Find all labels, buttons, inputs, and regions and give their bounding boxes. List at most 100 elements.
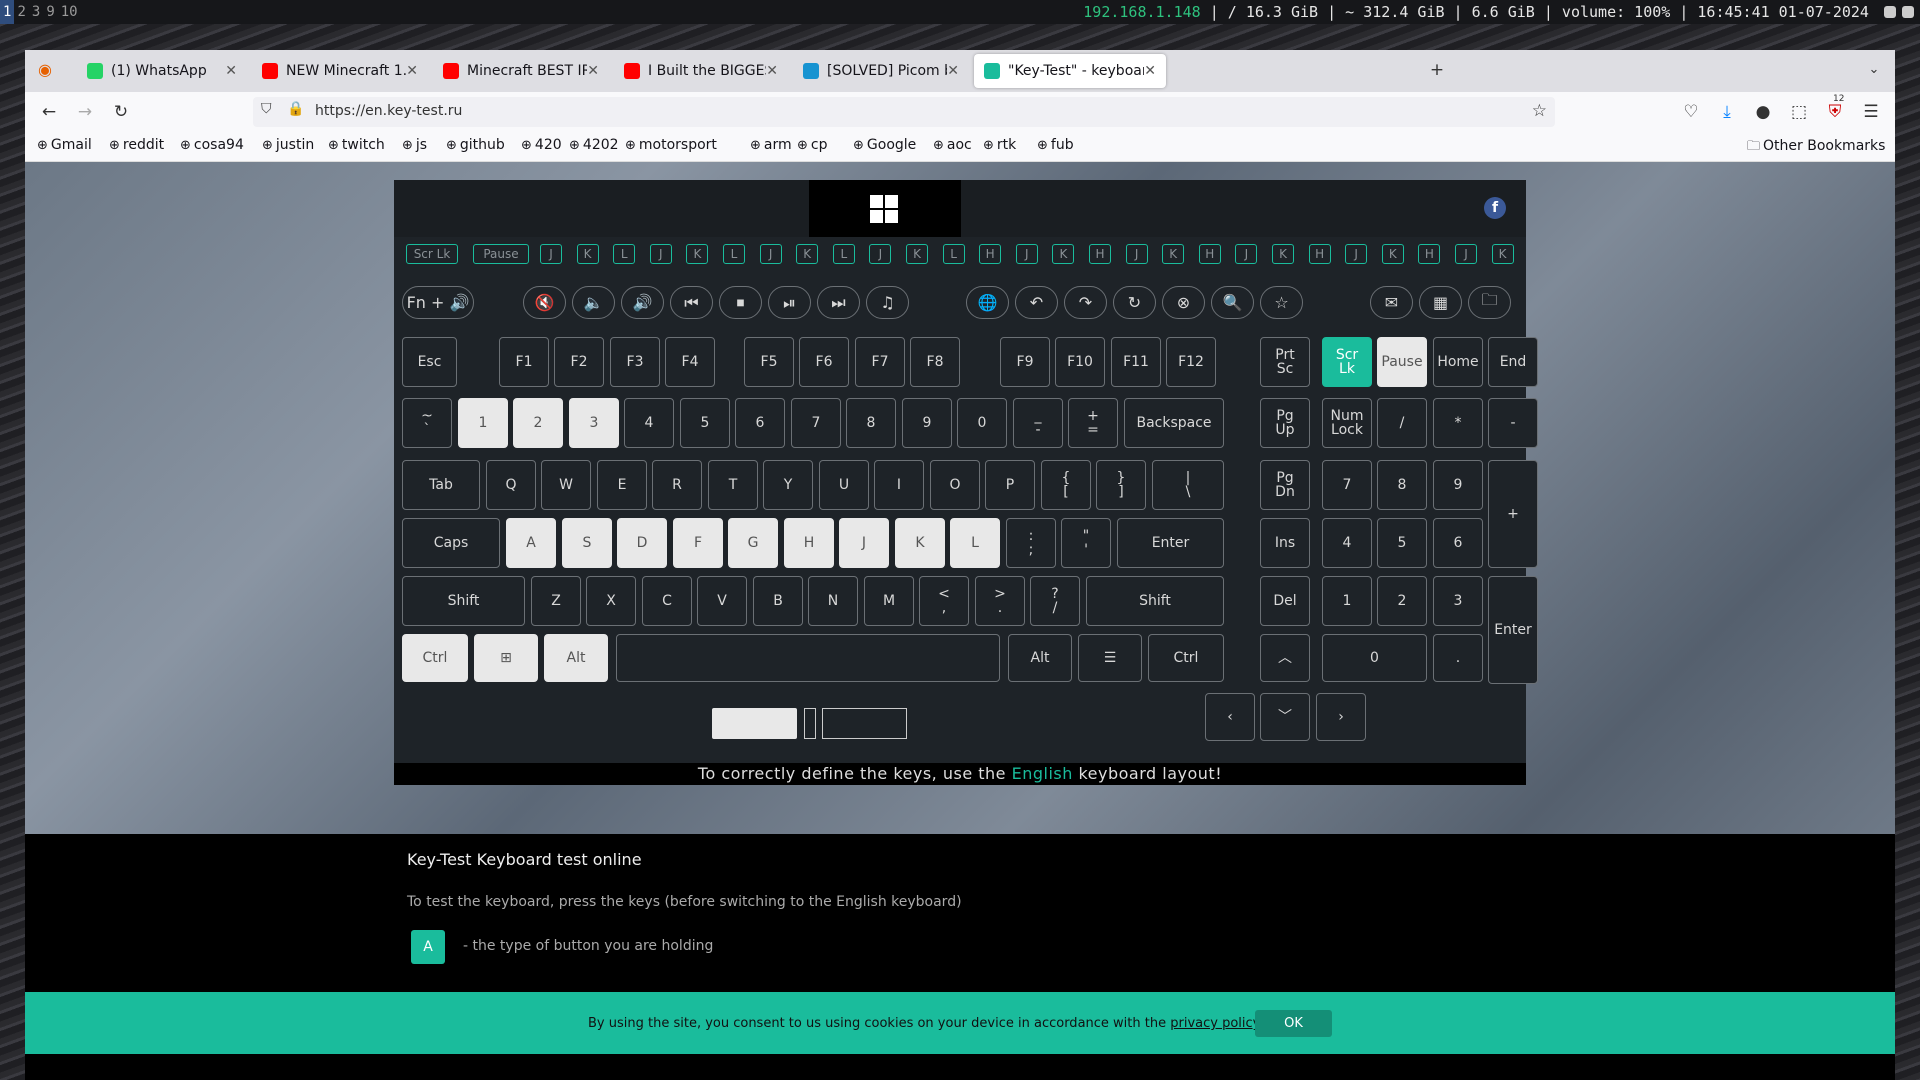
discord-tray-icon[interactable] — [1884, 6, 1896, 18]
tab-6[interactable]: "Key-Test" - keyboard te✕ — [974, 54, 1166, 88]
bookmark-6[interactable]: ⊕ github — [446, 137, 505, 153]
key-1-2[interactable]: 2 — [513, 398, 563, 448]
key-2-12[interactable]: } ] — [1096, 460, 1146, 510]
key-0-6[interactable]: F6 — [799, 337, 849, 387]
key-2-8[interactable]: I — [874, 460, 924, 510]
key-4-3[interactable]: C — [642, 576, 692, 626]
bookmark-13[interactable]: ⊕ aoc — [933, 137, 972, 153]
workspace-10[interactable]: 10 — [58, 0, 81, 24]
key-1-18[interactable]: - — [1488, 398, 1538, 448]
key-5-6[interactable]: Ctrl — [1148, 634, 1224, 682]
key-0-12[interactable]: F12 — [1166, 337, 1216, 387]
key-3-14[interactable]: 4 — [1322, 518, 1372, 568]
url-text[interactable]: https://en.key-test.ru — [315, 103, 462, 119]
bookmark-2[interactable]: ⊕ cosa94 — [180, 137, 244, 153]
key-0-15[interactable]: Pause — [1377, 337, 1427, 387]
key-5-4[interactable]: Alt — [1008, 634, 1072, 682]
key-1-16[interactable]: / — [1377, 398, 1427, 448]
key-5-0[interactable]: Ctrl — [402, 634, 468, 682]
key-5-3[interactable] — [616, 634, 1000, 682]
key-2-3[interactable]: E — [597, 460, 647, 510]
volume-up-icon[interactable]: 🔊 — [621, 286, 664, 319]
account-icon[interactable]: ● — [1751, 100, 1775, 124]
key-3-3[interactable]: D — [617, 518, 667, 568]
my-computer-icon[interactable]: 🗀 — [1468, 286, 1511, 319]
key-2-9[interactable]: O — [930, 460, 980, 510]
workspace-3[interactable]: 3 — [29, 0, 43, 24]
key-4-11[interactable]: Shift — [1086, 576, 1224, 626]
key-0-17[interactable]: End — [1488, 337, 1538, 387]
key-4-7[interactable]: M — [864, 576, 914, 626]
extensions-icon[interactable]: ⬚ — [1787, 100, 1811, 124]
key-3-2[interactable]: S — [562, 518, 612, 568]
key-6-2[interactable]: › — [1316, 693, 1366, 741]
close-tab-icon[interactable]: ✕ — [1144, 63, 1156, 79]
browser-forward-icon[interactable]: ↷ — [1064, 286, 1107, 319]
key-2-5[interactable]: T — [708, 460, 758, 510]
tab-2[interactable]: NEW Minecraft 1.19 IRON✕ — [252, 54, 428, 88]
pocket-icon[interactable]: ♡ — [1679, 100, 1703, 124]
key-0-0[interactable]: Esc — [402, 337, 457, 387]
key-5-7[interactable]: ︿ — [1260, 634, 1310, 682]
tab-3[interactable]: Minecraft BEST IRON FAR✕ — [433, 54, 609, 88]
refresh-icon[interactable]: ↻ — [1113, 286, 1156, 319]
key-0-11[interactable]: F11 — [1111, 337, 1161, 387]
key-0-1[interactable]: F1 — [499, 337, 549, 387]
key-5-1[interactable]: ⊞ — [474, 634, 538, 682]
reload-icon[interactable]: ↻ — [109, 100, 133, 124]
key-1-14[interactable]: Pg Up — [1260, 398, 1310, 448]
volume-down-icon[interactable]: 🔈 — [572, 286, 615, 319]
key-0-2[interactable]: F2 — [554, 337, 604, 387]
bookmark-star-icon[interactable]: ☆ — [1532, 101, 1547, 121]
bookmark-15[interactable]: ⊕ fub — [1037, 137, 1074, 153]
key-4-8[interactable]: < , — [919, 576, 969, 626]
bookmark-4[interactable]: ⊕ twitch — [328, 137, 385, 153]
tab-1[interactable]: (1) WhatsApp ✕ — [77, 54, 247, 88]
key-1-9[interactable]: 9 — [902, 398, 952, 448]
close-tab-icon[interactable]: ✕ — [225, 63, 237, 79]
key-4-4[interactable]: V — [697, 576, 747, 626]
key-2-1[interactable]: Q — [486, 460, 536, 510]
key-4-12[interactable]: Del — [1260, 576, 1310, 626]
key-2-18[interactable]: + — [1488, 460, 1538, 568]
key-1-0[interactable]: ~ ` — [402, 398, 452, 448]
key-3-0[interactable]: Caps — [402, 518, 500, 568]
key-5-8[interactable]: 0 — [1322, 634, 1427, 682]
key-4-1[interactable]: Z — [531, 576, 581, 626]
bookmark-5[interactable]: ⊕ js — [402, 137, 427, 153]
key-4-5[interactable]: B — [753, 576, 803, 626]
list-tabs-icon[interactable]: ⌄ — [1862, 58, 1886, 82]
key-2-16[interactable]: 8 — [1377, 460, 1427, 510]
key-1-8[interactable]: 8 — [846, 398, 896, 448]
key-4-13[interactable]: 1 — [1322, 576, 1372, 626]
bookmark-9[interactable]: ⊕ motorsport — [625, 137, 717, 153]
forward-icon[interactable]: → — [73, 100, 97, 124]
fn-volume-key[interactable]: Fn + 🔊 — [402, 286, 474, 319]
key-3-7[interactable]: J — [839, 518, 889, 568]
key-6-0[interactable]: ‹ — [1205, 693, 1255, 741]
key-0-9[interactable]: F9 — [1000, 337, 1050, 387]
key-4-9[interactable]: > . — [975, 576, 1025, 626]
bookmark-0[interactable]: ⊕ Gmail — [37, 137, 92, 153]
close-tab-icon[interactable]: ✕ — [406, 63, 418, 79]
menu-icon[interactable]: ☰ — [1859, 100, 1883, 124]
key-3-16[interactable]: 6 — [1433, 518, 1483, 568]
key-3-13[interactable]: Ins — [1260, 518, 1310, 568]
new-tab-button[interactable]: + — [1425, 58, 1449, 82]
key-6-1[interactable]: ﹀ — [1260, 693, 1310, 741]
search-icon[interactable]: 🔍 — [1211, 286, 1254, 319]
key-3-5[interactable]: G — [728, 518, 778, 568]
key-2-14[interactable]: Pg Dn — [1260, 460, 1310, 510]
key-4-6[interactable]: N — [808, 576, 858, 626]
bookmark-12[interactable]: ⊕ Google — [853, 137, 916, 153]
key-2-11[interactable]: { [ — [1041, 460, 1091, 510]
prev-track-icon[interactable]: ⏮ — [670, 286, 713, 319]
key-1-1[interactable]: 1 — [458, 398, 508, 448]
url-bar[interactable]: ⛉ 🔒 https://en.key-test.ru ☆ — [253, 97, 1555, 127]
stop-icon[interactable]: ⏹ — [719, 286, 762, 319]
firefox-icon[interactable]: ◉ — [33, 58, 57, 82]
workspace-9[interactable]: 9 — [43, 0, 57, 24]
key-3-1[interactable]: A — [506, 518, 556, 568]
back-icon[interactable]: ← — [37, 100, 61, 124]
close-tab-icon[interactable]: ✕ — [947, 63, 959, 79]
